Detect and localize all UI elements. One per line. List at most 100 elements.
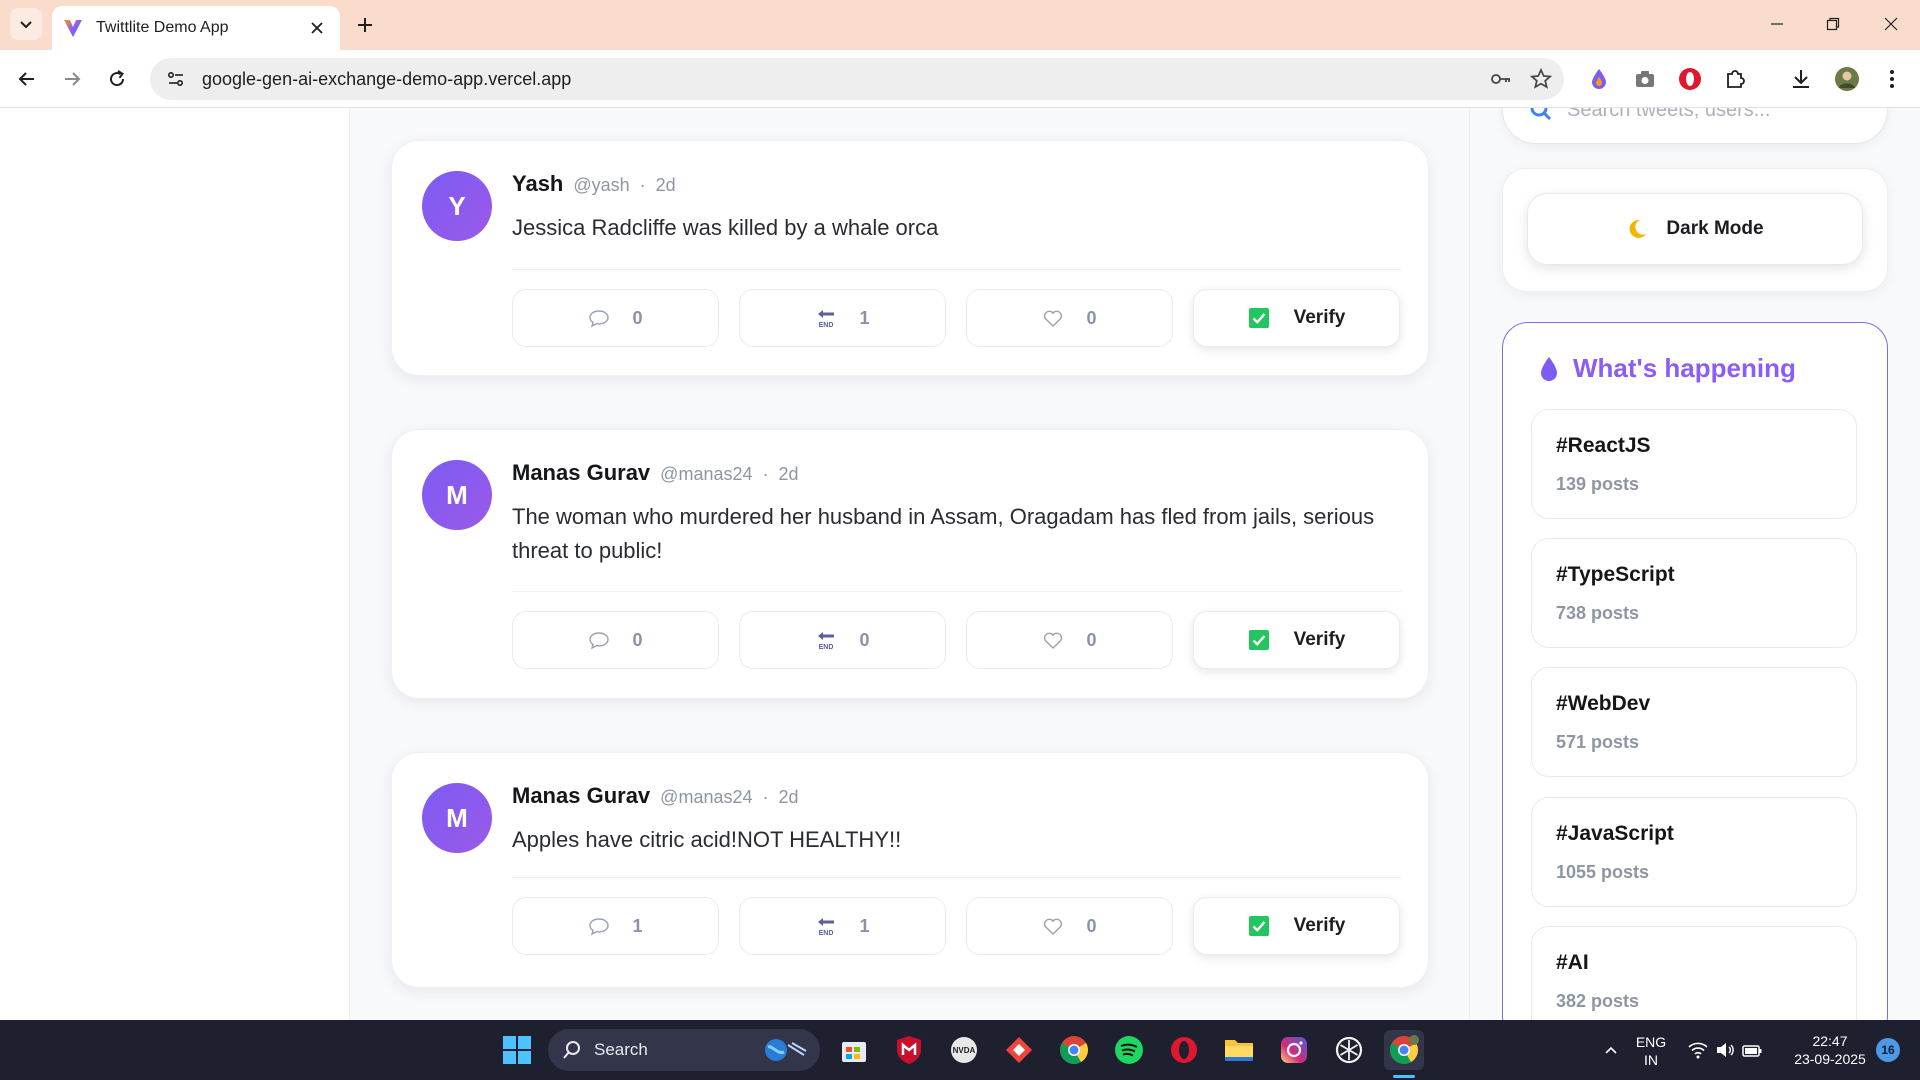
taskbar-file-explorer[interactable]: [1219, 1030, 1259, 1070]
author-name[interactable]: Yash: [512, 171, 563, 197]
profile-button[interactable]: [1830, 62, 1864, 96]
taskbar-anydesk[interactable]: [999, 1030, 1039, 1070]
taskbar-opera[interactable]: [1164, 1030, 1204, 1070]
downloads-button[interactable]: [1784, 62, 1818, 96]
retweet-button[interactable]: END 0: [739, 611, 946, 669]
site-info-icon[interactable]: [156, 59, 196, 99]
like-button[interactable]: 0: [966, 289, 1173, 347]
url-text[interactable]: google-gen-ai-exchange-demo-app.vercel.a…: [202, 69, 1484, 90]
instagram-icon: [1281, 1037, 1307, 1063]
trend-item[interactable]: #ReactJS 139 posts: [1531, 409, 1857, 519]
retweet-button[interactable]: END 1: [739, 289, 946, 347]
download-icon: [1793, 70, 1809, 88]
verify-label: Verify: [1293, 915, 1346, 936]
end-arrow-icon: END: [818, 918, 835, 937]
restore-button[interactable]: [1808, 6, 1858, 42]
avatar[interactable]: M: [422, 460, 492, 530]
like-button[interactable]: 0: [966, 897, 1173, 955]
reload-button[interactable]: [100, 62, 134, 96]
verify-button[interactable]: Verify: [1193, 289, 1400, 347]
show-hidden-icons-button[interactable]: [1591, 1030, 1631, 1070]
verify-label: Verify: [1293, 629, 1346, 650]
search-icon: [1530, 108, 1552, 121]
spotify-icon: [1115, 1036, 1143, 1064]
tweet-time: 2d: [778, 787, 799, 807]
reply-button[interactable]: 0: [512, 611, 719, 669]
author-name[interactable]: Manas Gurav: [512, 460, 650, 486]
taskbar-chrome[interactable]: [1054, 1030, 1094, 1070]
puzzle-icon: [1727, 70, 1745, 88]
tweet-feed: Y Yash @yash · 2d Jessica Radcliffe was …: [350, 108, 1470, 1020]
start-button[interactable]: [497, 1030, 537, 1070]
heart-icon: [1044, 918, 1063, 935]
water-drop-icon: [1541, 356, 1557, 381]
screenshot-extension-button[interactable]: [1628, 62, 1662, 96]
profile-avatar-icon: [1835, 67, 1859, 91]
trend-item[interactable]: #AI 382 posts: [1531, 926, 1857, 1020]
reply-button[interactable]: 1: [512, 897, 719, 955]
end-arrow-icon: END: [818, 632, 835, 651]
verify-label: Verify: [1293, 307, 1346, 328]
taskbar-search[interactable]: Search: [548, 1029, 820, 1071]
author-handle: @manas24: [660, 464, 753, 484]
heart-icon: [1044, 632, 1063, 649]
tab-title: Twittlite Demo App: [96, 19, 229, 36]
browser-menu-button[interactable]: [1875, 62, 1909, 96]
right-sidebar: Dark Mode What's happening #ReactJS 139 …: [1470, 108, 1920, 1020]
trend-item[interactable]: #WebDev 571 posts: [1531, 667, 1857, 777]
extension-drop-button[interactable]: [1582, 62, 1616, 96]
svg-text:END: END: [819, 644, 834, 651]
retweet-button[interactable]: END 1: [739, 897, 946, 955]
bookmark-star-icon[interactable]: [1524, 62, 1558, 96]
dark-mode-toggle[interactable]: Dark Mode: [1527, 193, 1863, 265]
taskbar-spotify[interactable]: [1109, 1030, 1149, 1070]
clock[interactable]: 22:47 23-09-2025: [1782, 1032, 1878, 1068]
tab-search-button[interactable]: [10, 8, 42, 40]
taskbar-store[interactable]: [834, 1030, 874, 1070]
author-name[interactable]: Manas Gurav: [512, 783, 650, 809]
svg-text:NVDA: NVDA: [953, 1046, 976, 1055]
trend-item[interactable]: #TypeScript 738 posts: [1531, 538, 1857, 648]
trend-tag: #WebDev: [1556, 692, 1651, 715]
quick-settings-button[interactable]: [1678, 1030, 1772, 1070]
notification-badge[interactable]: 16: [1876, 1038, 1900, 1062]
separator-dot: ·: [762, 464, 769, 484]
trends-header: What's happening: [1539, 353, 1796, 384]
volume-icon: [1717, 1043, 1734, 1057]
taskbar-instagram[interactable]: [1274, 1030, 1314, 1070]
verify-button[interactable]: Verify: [1193, 897, 1400, 955]
close-window-button[interactable]: [1866, 6, 1916, 42]
close-tab-icon[interactable]: [306, 17, 328, 39]
taskbar-mcafee[interactable]: [889, 1030, 929, 1070]
back-button[interactable]: [10, 62, 44, 96]
password-key-icon[interactable]: [1484, 62, 1518, 96]
language-indicator[interactable]: ENG IN: [1628, 1033, 1674, 1069]
avatar[interactable]: M: [422, 783, 492, 853]
browser-tab-active[interactable]: Twittlite Demo App: [52, 6, 340, 50]
address-bar[interactable]: google-gen-ai-exchange-demo-app.vercel.a…: [150, 58, 1564, 100]
new-tab-button[interactable]: [350, 10, 380, 40]
opera-icon: [1679, 68, 1701, 90]
minimize-button[interactable]: [1752, 6, 1802, 42]
avatar[interactable]: Y: [422, 171, 492, 241]
reply-button[interactable]: 0: [512, 289, 719, 347]
like-button[interactable]: 0: [966, 611, 1173, 669]
search-box[interactable]: [1502, 108, 1888, 144]
taskbar-chrome-profile[interactable]: [1384, 1030, 1424, 1070]
chevron-up-icon: [1605, 1046, 1617, 1054]
kebab-menu-icon: [1890, 70, 1894, 88]
opera-extension-button[interactable]: [1673, 62, 1707, 96]
tweet-card: M Manas Gurav @manas24 · 2d The woman wh…: [391, 429, 1429, 699]
verify-button[interactable]: Verify: [1193, 611, 1400, 669]
store-icon: [842, 1042, 866, 1062]
taskbar-chatgpt[interactable]: [1329, 1030, 1369, 1070]
tweet-divider: [512, 877, 1402, 878]
trend-tag: #AI: [1556, 951, 1589, 974]
taskbar-nvda[interactable]: NVDA: [944, 1030, 984, 1070]
reply-count: 1: [632, 915, 643, 936]
extensions-button[interactable]: [1718, 62, 1752, 96]
trend-item[interactable]: #JavaScript 1055 posts: [1531, 797, 1857, 907]
search-input[interactable]: [1567, 108, 1867, 122]
search-highlight-icon: [765, 1039, 807, 1061]
forward-button[interactable]: [55, 62, 89, 96]
